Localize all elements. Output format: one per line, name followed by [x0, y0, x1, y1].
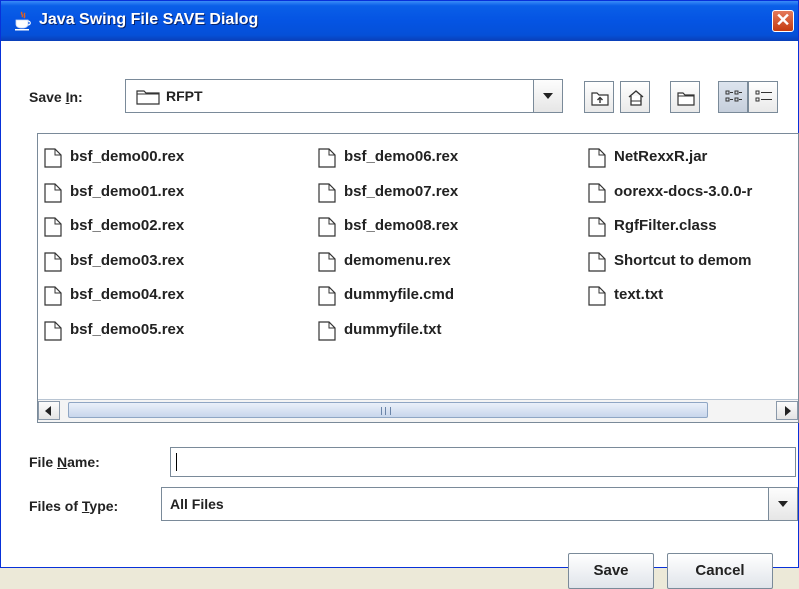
list-item[interactable]: bsf_demo08.rex: [318, 209, 578, 244]
scroll-right-button[interactable]: [776, 401, 798, 420]
file-icon: [44, 182, 62, 203]
file-type-combo[interactable]: All Files: [161, 487, 798, 521]
file-icon: [44, 321, 62, 341]
file-icon: [588, 148, 606, 168]
file-icon: [318, 252, 336, 272]
scrollbar-thumb[interactable]: [68, 402, 708, 418]
file-column-3: NetRexxR.jar oorexx-docs-3.0.0-r RgfFilt…: [588, 140, 798, 313]
file-icon: [588, 217, 606, 237]
dialog-body: Save In: RFPT bsf_demo00.rex bsf_demo01.…: [9, 41, 799, 589]
cancel-button[interactable]: Cancel: [667, 553, 773, 589]
save-dialog-window: Java Swing File SAVE Dialog ✕ Save In: R…: [0, 0, 799, 589]
list-item[interactable]: bsf_demo01.rex: [44, 175, 304, 210]
new-folder-icon: [677, 92, 695, 106]
file-name-label: File Name:: [29, 454, 100, 470]
title-bar[interactable]: Java Swing File SAVE Dialog ✕: [1, 1, 798, 41]
save-in-combo[interactable]: RFPT: [125, 79, 563, 113]
list-item[interactable]: dummyfile.cmd: [318, 278, 578, 313]
file-icon: [318, 182, 336, 203]
list-item[interactable]: bsf_demo04.rex: [44, 278, 304, 313]
folder-icon: [136, 90, 160, 105]
list-item[interactable]: RgfFilter.class: [588, 209, 798, 244]
save-button[interactable]: Save: [568, 553, 654, 589]
save-in-value: RFPT: [166, 88, 203, 104]
file-column-1: bsf_demo00.rex bsf_demo01.rex bsf_demo02…: [44, 140, 304, 348]
list-item[interactable]: text.txt: [588, 278, 798, 313]
file-icon: [44, 252, 62, 272]
list-item[interactable]: demomenu.rex: [318, 244, 578, 279]
file-icon: [44, 217, 62, 237]
text-caret: [176, 453, 177, 471]
file-icon: [318, 321, 336, 341]
java-coffee-cup-icon: [15, 11, 31, 31]
new-folder-button[interactable]: [670, 81, 700, 113]
file-icon: [44, 148, 62, 168]
file-icon: [318, 217, 336, 237]
list-item[interactable]: bsf_demo03.rex: [44, 244, 304, 279]
chevron-down-icon[interactable]: [533, 80, 562, 112]
horizontal-scrollbar[interactable]: [38, 399, 798, 422]
list-item[interactable]: bsf_demo02.rex: [44, 209, 304, 244]
list-item[interactable]: bsf_demo07.rex: [318, 175, 578, 210]
file-type-label: Files of Type:: [29, 498, 119, 514]
list-item[interactable]: dummyfile.txt: [318, 313, 578, 348]
file-icon: [588, 286, 606, 306]
file-list[interactable]: bsf_demo00.rex bsf_demo01.rex bsf_demo02…: [37, 133, 799, 423]
list-view-icon: [725, 90, 742, 102]
close-icon: ✕: [775, 10, 791, 30]
grip-icon: [381, 407, 391, 415]
file-icon: [318, 148, 336, 168]
file-icon: [318, 286, 336, 306]
up-one-level-button[interactable]: [584, 81, 614, 113]
list-item[interactable]: NetRexxR.jar: [588, 140, 798, 175]
details-view-button[interactable]: [748, 81, 778, 113]
file-column-2: bsf_demo06.rex bsf_demo07.rex bsf_demo08…: [318, 140, 578, 348]
scroll-left-button[interactable]: [38, 401, 60, 420]
file-type-value: All Files: [170, 496, 224, 512]
list-item[interactable]: bsf_demo05.rex: [44, 313, 304, 348]
file-icon: [44, 286, 62, 306]
file-name-input[interactable]: [170, 447, 796, 477]
close-button[interactable]: ✕: [772, 10, 794, 32]
list-view-button[interactable]: [718, 81, 748, 113]
list-item[interactable]: bsf_demo00.rex: [44, 140, 304, 175]
list-item[interactable]: bsf_demo06.rex: [318, 140, 578, 175]
list-item[interactable]: oorexx-docs-3.0.0-r: [588, 175, 798, 210]
file-icon: [588, 252, 606, 272]
list-item[interactable]: Shortcut to demom: [588, 244, 798, 279]
home-button[interactable]: [620, 81, 650, 113]
details-view-icon: [755, 90, 772, 102]
folder-up-icon: [591, 92, 609, 106]
chevron-down-icon[interactable]: [768, 488, 797, 520]
file-icon: [588, 182, 606, 203]
home-icon: [628, 90, 644, 106]
window-title: Java Swing File SAVE Dialog: [39, 11, 259, 28]
save-in-label: Save In:: [29, 89, 83, 105]
